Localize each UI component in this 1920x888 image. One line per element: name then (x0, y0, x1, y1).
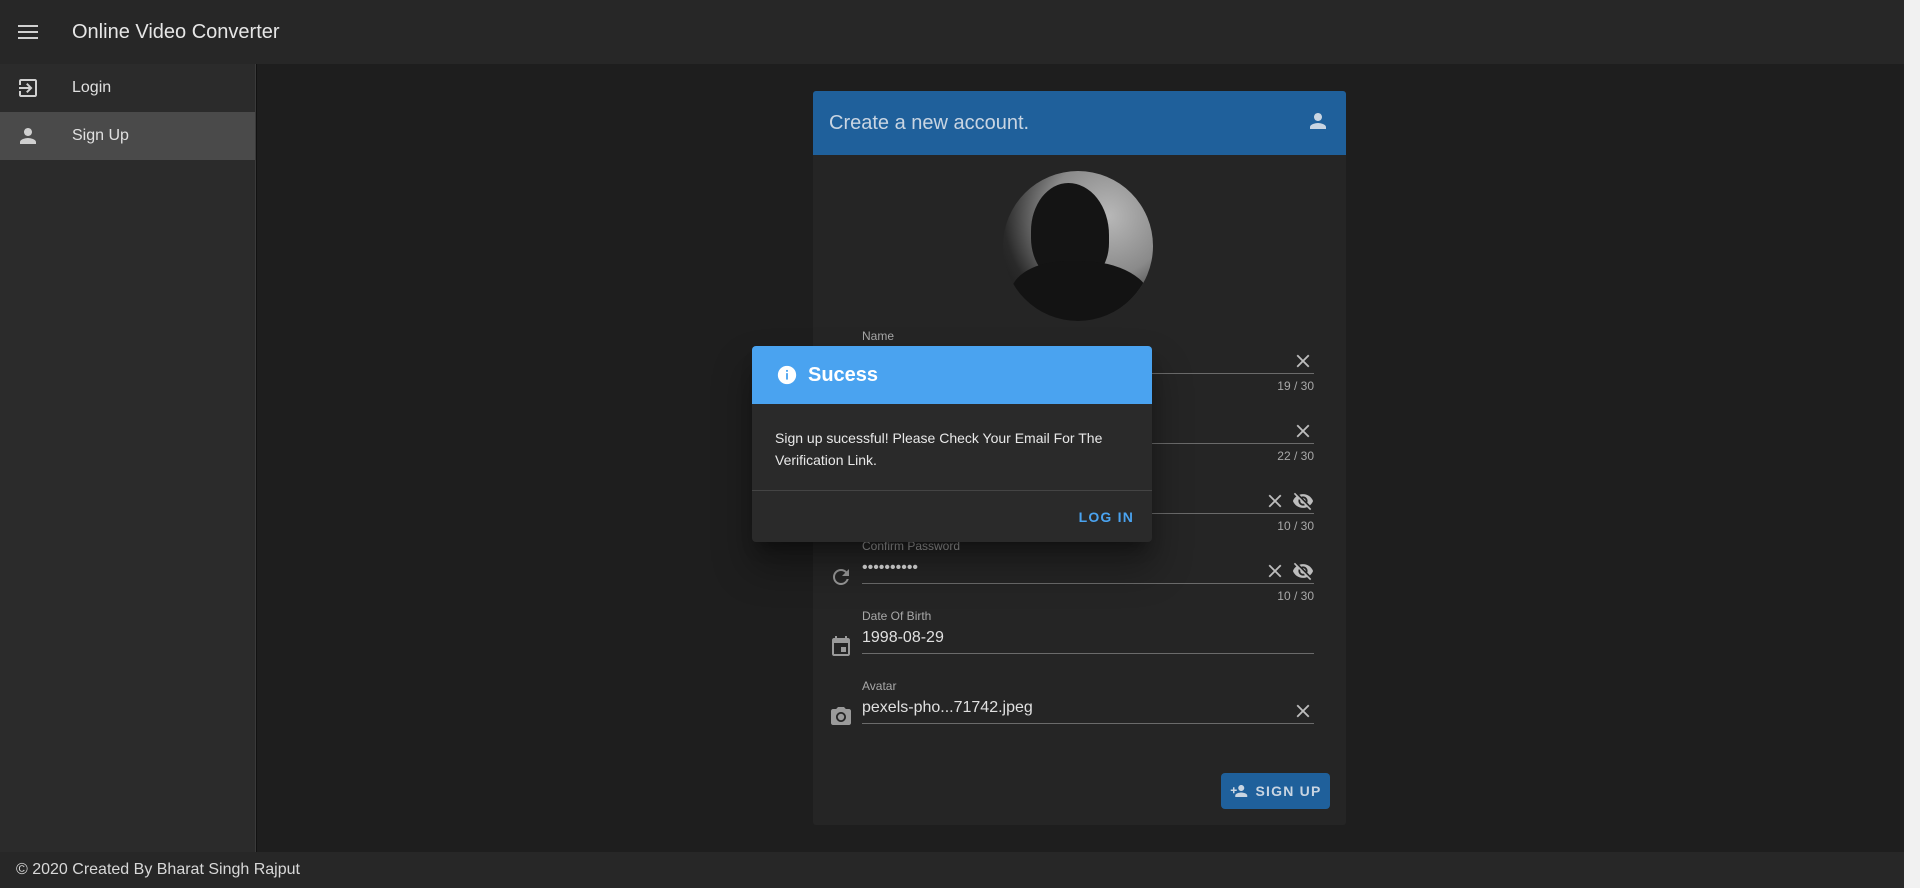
field-value: 1998-08-29 (862, 629, 944, 646)
dob-field[interactable]: Date Of Birth 1998-08-29 (829, 609, 1330, 673)
field-underline (862, 723, 1314, 724)
char-counter: 10 / 30 (1277, 519, 1314, 533)
account-icon (0, 124, 56, 148)
field-label: Name (862, 329, 895, 343)
scrollbar[interactable] (1904, 0, 1920, 888)
log-in-button[interactable]: LOG IN (1077, 503, 1136, 531)
app-bar: Online Video Converter (0, 0, 1904, 64)
account-icon (1306, 109, 1330, 138)
refresh-icon (829, 565, 853, 589)
char-counter: 19 / 30 (1277, 379, 1314, 393)
dialog-header: Sucess (752, 346, 1152, 404)
nav-drawer: Login Sign Up (0, 64, 256, 852)
sidebar-item-signup[interactable]: Sign Up (0, 112, 255, 160)
person-add-icon (1230, 785, 1247, 797)
field-label: Avatar (862, 679, 897, 693)
success-dialog: Sucess Sign up sucessful! Please Check Y… (752, 346, 1152, 542)
card-header: Create a new account. (813, 91, 1346, 155)
camera-icon (829, 705, 853, 729)
avatar-preview (1003, 171, 1153, 321)
avatar-file-field[interactable]: Avatar pexels-pho...71742.jpeg (829, 679, 1330, 743)
close-icon[interactable] (1264, 560, 1286, 582)
info-icon (777, 365, 797, 385)
signup-button-label: SIGN UP (1255, 783, 1322, 799)
close-icon[interactable] (1292, 700, 1314, 722)
sidebar-item-login[interactable]: Login (0, 64, 255, 112)
sidebar-item-label: Login (72, 79, 112, 96)
dialog-title: Sucess (808, 363, 879, 386)
close-icon[interactable] (1264, 490, 1286, 512)
close-icon[interactable] (1292, 420, 1314, 442)
confirm-password-field[interactable]: Confirm Password •••••••••• 10 / 30 (829, 539, 1330, 603)
field-value: pexels-pho...71742.jpeg (862, 699, 1033, 716)
char-counter: 22 / 30 (1277, 449, 1314, 463)
field-label: Date Of Birth (862, 609, 932, 623)
close-icon[interactable] (1292, 350, 1314, 372)
field-underline (862, 583, 1314, 584)
field-underline (862, 653, 1314, 654)
signup-button[interactable]: SIGN UP (1221, 773, 1330, 809)
visibility-off-icon[interactable] (1292, 490, 1314, 512)
card-title: Create a new account. (829, 111, 1030, 134)
calendar-icon (829, 635, 853, 659)
field-value: •••••••••• (862, 559, 919, 576)
footer: © 2020 Created By Bharat Singh Rajput (0, 852, 1904, 888)
menu-icon[interactable] (14, 18, 42, 46)
login-icon (0, 76, 56, 100)
footer-text: © 2020 Created By Bharat Singh Rajput (16, 861, 300, 878)
char-counter: 10 / 30 (1277, 589, 1314, 603)
visibility-off-icon[interactable] (1292, 560, 1314, 582)
dialog-message: Sign up sucessful! Please Check Your Ema… (775, 430, 1103, 468)
sidebar-item-label: Sign Up (72, 127, 129, 144)
app-title: Online Video Converter (72, 20, 280, 43)
